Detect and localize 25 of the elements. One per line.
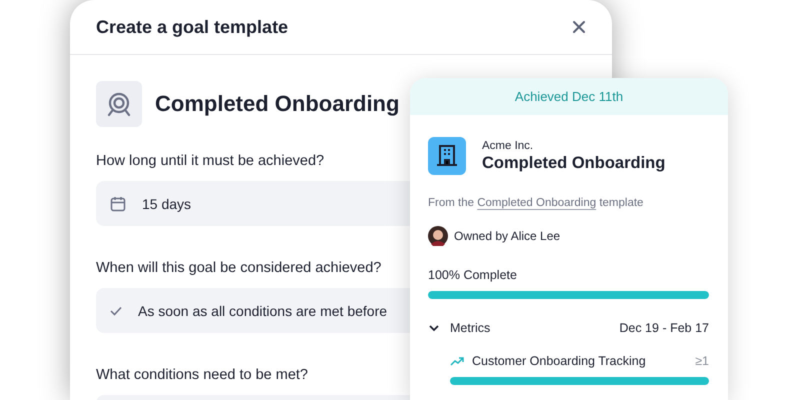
close-icon[interactable] [572,20,586,34]
avatar-icon [428,226,448,246]
metrics-label[interactable]: Metrics [450,321,490,335]
calendar-icon [110,196,126,212]
building-icon [428,137,466,175]
template-link[interactable]: Completed Onboarding [477,197,596,209]
template-name: Completed Onboarding [155,91,400,117]
trend-up-icon [450,356,464,366]
date-range: Dec 19 - Feb 17 [619,321,709,335]
target-icon [106,91,132,117]
dialog-title: Create a goal template [96,16,288,38]
goal-title: Completed Onboarding [482,154,666,172]
progress-label: 100% Complete [428,268,518,282]
answer-field[interactable]: 15 days [96,181,410,226]
metric-name: Customer Onboarding Tracking [472,354,646,368]
source-text: From the Completed Onboarding template [428,197,644,209]
owner-name: Owned by Alice Lee [454,229,560,243]
company-name: Acme Inc. [482,140,534,152]
question-label: What conditions need to be met? [96,367,308,383]
achieved-banner-text: Achieved Dec 11th [514,89,624,104]
answer-field[interactable]: As soon as all conditions are met before [96,288,410,333]
question-label: When will this goal be considered achieved? [96,260,382,276]
question-label: How long until it must be achieved? [96,153,324,169]
check-icon [110,306,122,316]
metric-target: ≥1 [695,354,709,368]
